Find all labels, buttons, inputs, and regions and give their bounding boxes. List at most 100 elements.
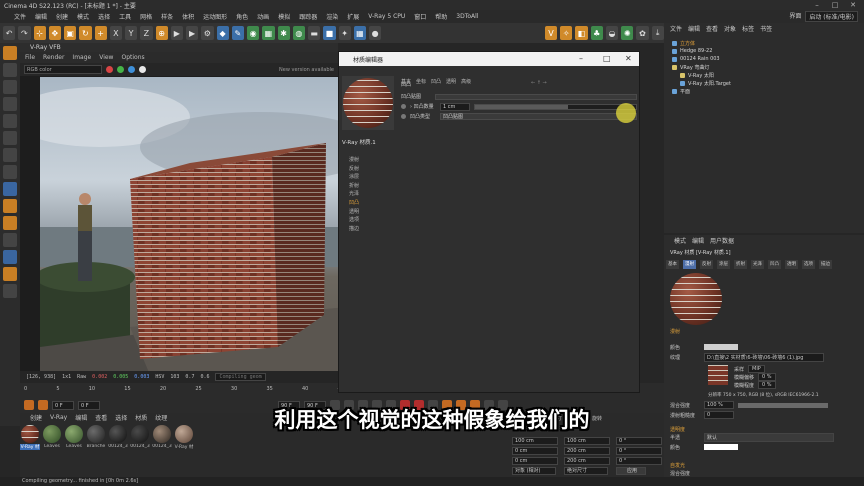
coord-system-icon[interactable]: ⊕ [155, 26, 168, 40]
axis-mode-icon[interactable] [3, 131, 17, 145]
render-picture-icon[interactable]: ▶ [186, 26, 199, 40]
effector-icon[interactable]: ✱ [277, 26, 290, 40]
object-row[interactable]: 00124 Rain 003 [672, 55, 720, 63]
object-row[interactable]: VRay 弯曲灯 [672, 63, 709, 71]
obj-menu-edit[interactable]: 编辑 [688, 24, 700, 33]
menu-item-3dtoall[interactable]: 3DToAll [456, 13, 478, 20]
solo-icon[interactable] [3, 216, 17, 230]
texture-thumbnail[interactable] [708, 365, 728, 385]
maximize-button[interactable]: □ [828, 1, 842, 9]
vfb-menu-image[interactable]: Image [72, 54, 91, 61]
menu-item-render[interactable]: 渲染 [326, 12, 338, 21]
rotation-b-field[interactable]: 0 ° [616, 457, 662, 465]
vray-light-icon[interactable]: ✧ [560, 26, 573, 40]
attr-tab-reflection[interactable]: 反射 [700, 260, 713, 269]
size-y-field[interactable]: 200 cm [564, 447, 610, 455]
material-name[interactable]: V-Ray 材质.1 [342, 138, 398, 147]
new-version-notice[interactable]: New version available [279, 67, 334, 73]
grid-snap-icon[interactable] [3, 284, 17, 298]
zoom-mode[interactable]: 1x1 [62, 374, 71, 380]
lamp-icon[interactable]: ● [369, 26, 382, 40]
vfb-menu-render[interactable]: Render [43, 54, 64, 61]
grid-icon[interactable]: ▦ [353, 26, 366, 40]
vray-camera-icon[interactable]: ◧ [575, 26, 588, 40]
obj-menu-bookmarks[interactable]: 书签 [760, 24, 772, 33]
channel-opacity[interactable]: 透明 [349, 208, 389, 217]
obj-menu-tags[interactable]: 标签 [742, 24, 754, 33]
vray-icon[interactable]: V [544, 26, 558, 40]
attr-tab-options[interactable]: 选项 [802, 260, 815, 269]
add-icon[interactable]: + [94, 26, 107, 40]
object-row[interactable]: V-Ray 太阳.Target [680, 79, 731, 87]
object-row[interactable]: V-Ray 太阳 [680, 71, 714, 79]
lock-icon[interactable] [3, 199, 17, 213]
object-row[interactable]: 立方体 [672, 39, 695, 47]
menu-item-help[interactable]: 帮助 [435, 12, 447, 21]
blur-scale-field[interactable]: 0 % [758, 381, 776, 389]
channel-sheen[interactable]: 光泽 [349, 190, 389, 199]
obj-menu-object[interactable]: 对象 [724, 24, 736, 33]
obj-menu-view[interactable]: 查看 [706, 24, 718, 33]
object-row[interactable]: Hedge 89-22 [672, 47, 712, 55]
channel-coat[interactable]: 涂层 [349, 173, 389, 182]
attr-tab-diffuse[interactable]: 漫射 [683, 260, 696, 269]
spline-pen-icon[interactable]: ✎ [231, 26, 244, 40]
undo-icon[interactable]: ↶ [3, 26, 16, 40]
vray-tree-icon[interactable]: ♣ [590, 26, 603, 40]
red-channel-icon[interactable] [106, 66, 113, 73]
attr-tab-outline[interactable]: 描边 [819, 260, 832, 269]
menu-item-vray[interactable]: V-Ray 5 CPU [368, 13, 405, 20]
workplane-icon[interactable] [3, 182, 17, 196]
menu-item-tools[interactable]: 工具 [119, 12, 131, 21]
attr-menu-mode[interactable]: 模式 [674, 236, 686, 245]
menu-item-tracker[interactable]: 跟踪器 [299, 12, 317, 21]
position-z-field[interactable]: 0 cm [512, 457, 558, 465]
channel-bump[interactable]: 凹凸 [349, 199, 389, 208]
menu-item-mesh[interactable]: 网格 [140, 12, 152, 21]
bump-amount-field[interactable]: 1 cm [440, 102, 470, 111]
x-axis-button[interactable]: X [109, 26, 122, 40]
menu-item-animate[interactable]: 动画 [257, 12, 269, 21]
maximize-icon[interactable]: □ [603, 54, 611, 63]
rotation-p-field[interactable]: 0 ° [616, 447, 662, 455]
alpha-channel-icon[interactable] [139, 66, 146, 73]
tweak-icon[interactable] [3, 148, 17, 162]
menu-item-simulate[interactable]: 模拟 [278, 12, 290, 21]
vray-export-icon[interactable]: ⤓ [651, 26, 664, 40]
camera-icon[interactable]: ■ [323, 26, 336, 40]
attr-menu-userdata[interactable]: 用户数据 [710, 236, 734, 245]
attr-tab-sheen[interactable]: 光泽 [751, 260, 764, 269]
z-axis-button[interactable]: Z [140, 26, 153, 40]
select-icon[interactable]: ⊹ [33, 26, 46, 40]
size-x-field[interactable]: 100 cm [564, 437, 610, 445]
bump-map-field[interactable] [435, 93, 637, 100]
position-x-field[interactable]: 100 cm [512, 437, 558, 445]
model-mode-icon[interactable] [3, 46, 17, 60]
move-icon[interactable]: ✥ [48, 26, 61, 40]
blur-offset-field[interactable]: 0 % [758, 373, 776, 381]
subdivision-icon[interactable]: ◉ [247, 26, 260, 40]
green-channel-icon[interactable] [117, 66, 124, 73]
menu-item-mograph[interactable]: 运动图形 [203, 12, 227, 21]
scale-icon[interactable]: ▣ [64, 26, 77, 40]
vray-fur-icon[interactable]: ✺ [621, 26, 634, 40]
menu-item-extensions[interactable]: 扩展 [347, 12, 359, 21]
deformer-icon[interactable]: ◍ [292, 26, 305, 40]
attr-preview-sphere[interactable] [670, 273, 722, 325]
attr-tab-basic[interactable]: 基本 [666, 260, 679, 269]
blue-channel-icon[interactable] [128, 66, 135, 73]
redo-icon[interactable]: ↷ [18, 26, 31, 40]
channel-refraction[interactable]: 折射 [349, 182, 389, 191]
menu-item-spline[interactable]: 样条 [161, 12, 173, 21]
size-z-field[interactable]: 200 cm [564, 457, 610, 465]
keyframe-dot-icon[interactable] [401, 114, 406, 119]
vfb-menu-view[interactable]: View [99, 54, 113, 61]
channel-reflection[interactable]: 反射 [349, 165, 389, 174]
vray-proxy-icon[interactable]: ◒ [605, 26, 619, 40]
points-mode-icon[interactable] [3, 80, 17, 94]
minimize-button[interactable]: – [810, 1, 824, 9]
rotate-icon[interactable]: ↻ [79, 26, 92, 40]
cube-icon[interactable]: ◆ [216, 26, 229, 40]
array-icon[interactable]: ▦ [262, 26, 275, 40]
light-icon[interactable]: ✦ [338, 26, 351, 40]
